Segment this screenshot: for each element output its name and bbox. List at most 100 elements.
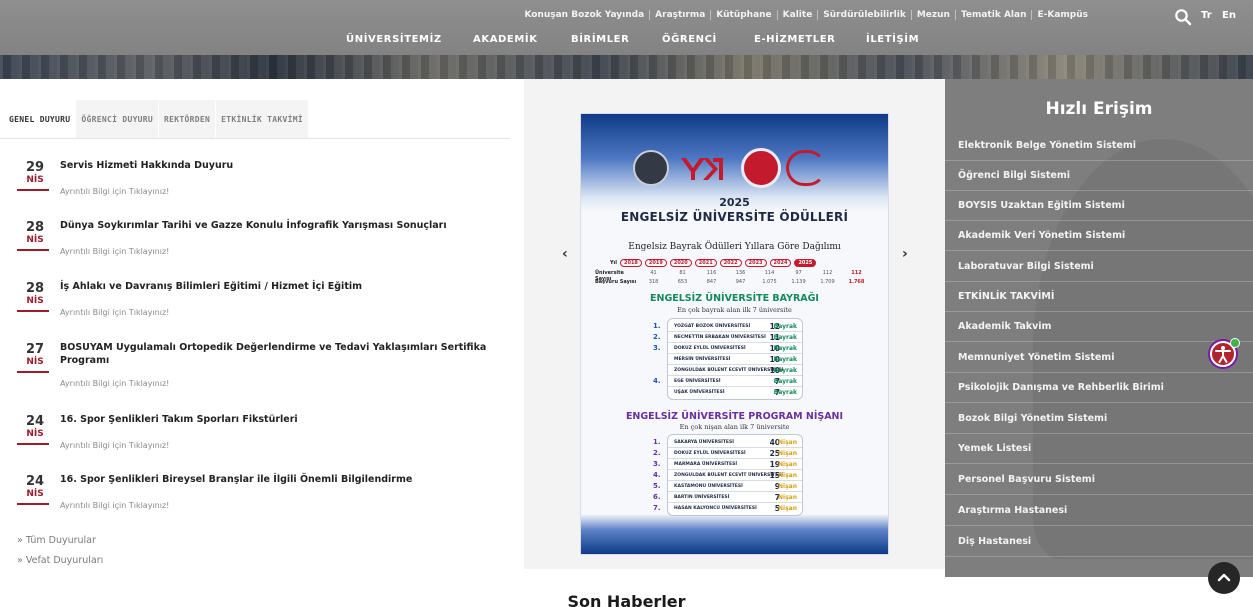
top-link-kutuphane[interactable]: Kütüphane	[710, 10, 776, 20]
year-label: Yıl	[609, 260, 617, 266]
nav-e-hizmetler[interactable]: E-HİZMETLER	[754, 34, 866, 45]
quick-access-item[interactable]: ETKİNLİK TAKVİMİ	[945, 282, 1253, 312]
anniversary-20-logo	[786, 150, 826, 186]
table-row: UŞAK ÜNİVERSİTESİ 7 Bayrak	[668, 387, 802, 398]
announcement-title[interactable]: BOSUYAM Uygulamalı Ortopedik Değerlendir…	[60, 341, 490, 367]
slider-prev-button[interactable]: ‹	[562, 246, 568, 262]
search-icon[interactable]	[1174, 8, 1192, 26]
quick-access-label: Araştırma Hastanesi	[958, 505, 1068, 516]
tab-genel-duyuru[interactable]: GENEL DUYURU	[0, 100, 77, 138]
nav-ogrenci[interactable]: ÖĞRENCİ	[662, 34, 754, 45]
ministry-logo	[633, 150, 669, 186]
flag-ranking-table: 1. YOZGAT BOZOK ÜNİVERSİTESİ 12 Bayrak 2…	[653, 318, 803, 400]
language-en-link[interactable]: En	[1222, 10, 1236, 21]
announcement-more-link[interactable]: Ayrıntılı Bilgi için Tıklayınız!	[60, 187, 169, 196]
announcement-title[interactable]: 16. Spor Şenlikleri Bireysel Branşlar il…	[60, 473, 490, 486]
announcement-title[interactable]: 16. Spor Şenlikleri Takım Sporları Fikst…	[60, 413, 490, 426]
slider-next-button[interactable]: ›	[902, 246, 908, 262]
date-underline	[17, 371, 49, 373]
date-day: 24	[25, 414, 45, 429]
quick-access-item[interactable]: BOYSIS Uzaktan Eğitim Sistemi	[945, 191, 1253, 221]
tab-etkinlik-takvimi[interactable]: ETKİNLİK TAKVİMİ	[216, 100, 309, 138]
quick-access-item[interactable]: Elektronik Belge Yönetim Sistemi	[945, 131, 1253, 161]
quick-access-item[interactable]: Personel Başvuru Sistemi	[945, 465, 1253, 495]
announcement-more-link[interactable]: Ayrıntılı Bilgi için Tıklayınız!	[60, 441, 169, 450]
table-row: 7. HASAN KALYONCU ÜNİVERSİTESİ 5 Nişan	[653, 503, 802, 514]
table-row: 4. ZONGULDAK BÜLENT ECEVİT ÜNİVERSİTESİ …	[653, 470, 802, 481]
top-link-tematik-alan[interactable]: Tematik Alan	[954, 10, 1032, 20]
rank-university: UŞAK ÜNİVERSİTESİ	[674, 390, 725, 395]
quick-access-item[interactable]: Öğrenci Bilgi Sistemi	[945, 161, 1253, 191]
chevron-up-icon	[1217, 573, 1231, 582]
quick-access-item[interactable]: Laboratuvar Bilgi Sistemi	[945, 252, 1253, 282]
announcement-title[interactable]: İş Ahlakı ve Davranış Bilimleri Eğitimi …	[60, 280, 490, 293]
rank-university: BARTIN ÜNİVERSİTESİ	[674, 495, 730, 500]
all-announcements-link[interactable]: » Tüm Duyurular	[17, 535, 96, 546]
quick-access-label: Laboratuvar Bilgi Sistemi	[958, 261, 1094, 272]
top-links-bar: Konuşan Bozok Yayında Araştırma Kütüphan…	[519, 10, 1093, 20]
top-link-surdurulebilirlik[interactable]: Sürdürülebilirlik	[817, 10, 911, 20]
slider-poster[interactable]: 2025 ENGELSİZ ÜNİVERSİTE ÖDÜLLERİ Engels…	[580, 113, 889, 555]
nav-birimler[interactable]: BİRİMLER	[571, 34, 662, 45]
flag-mark: Bayrak	[773, 356, 797, 363]
announcement-more-link[interactable]: Ayrıntılı Bilgi için Tıklayınız!	[60, 247, 169, 256]
announcement-title[interactable]: Dünya Soykırımlar Tarihi ve Gazze Konulu…	[60, 219, 490, 232]
date-month: NİS	[26, 489, 44, 499]
year-pill: 2020	[669, 259, 692, 267]
top-link-konusan-bozok[interactable]: Konuşan Bozok Yayında	[519, 10, 649, 20]
list-item[interactable]: 28 NİS İş Ahlakı ve Davranış Bilimleri E…	[0, 273, 520, 333]
flag-mark: Bayrak	[773, 367, 797, 374]
badge-mark: Nişan	[778, 472, 797, 479]
quick-access-item[interactable]: Diş Hastanesi	[945, 527, 1253, 557]
date-month: NİS	[26, 296, 44, 306]
list-item[interactable]: 24 NİS 16. Spor Şenlikleri Takım Sporlar…	[0, 406, 520, 466]
date-month: NİS	[26, 357, 44, 367]
quick-access-item[interactable]: Akademik Veri Yönetim Sistemi	[945, 221, 1253, 251]
top-link-kalite[interactable]: Kalite	[776, 10, 818, 20]
quick-access-item[interactable]: Araştırma Hastanesi	[945, 496, 1253, 526]
stat-value: 1.709	[820, 279, 835, 285]
top-link-e-kampus[interactable]: E-Kampüs	[1031, 10, 1093, 20]
list-item[interactable]: 24 NİS 16. Spor Şenlikleri Bireysel Bran…	[0, 466, 520, 526]
date-underline	[17, 310, 49, 312]
list-item[interactable]: 28 NİS Dünya Soykırımlar Tarihi ve Gazze…	[0, 212, 520, 272]
rank-number: 4.	[653, 471, 661, 479]
university-seal-logo	[741, 148, 781, 188]
date-month: NİS	[26, 235, 44, 245]
language-tr-link[interactable]: Tr	[1201, 10, 1212, 21]
quick-access-item[interactable]: Bozok Bilgi Yönetim Sistemi	[945, 404, 1253, 434]
announcement-more-link[interactable]: Ayrıntılı Bilgi için Tıklayınız!	[60, 501, 169, 510]
nav-iletisim[interactable]: İLETİŞİM	[866, 34, 919, 45]
nav-universitemiz[interactable]: ÜNİVERSİTEMİZ	[346, 34, 473, 45]
stat-value: 1.075	[762, 279, 777, 285]
year-pill: 2023	[744, 259, 767, 267]
rank-university: MARMARA ÜNİVERSİTESİ	[674, 462, 737, 467]
yok-logo	[679, 154, 725, 184]
quick-access-item[interactable]: Psikolojik Danışma ve Rehberlik Birimi	[945, 373, 1253, 403]
poster-year-row: Yıl 2018 2019 2020 2021 2022 2023 2024 2…	[595, 259, 877, 267]
tab-ogrenci-duyuru[interactable]: ÖĞRENCİ DUYURU	[76, 100, 160, 138]
scroll-to-top-button[interactable]	[1208, 562, 1240, 594]
list-item[interactable]: 27 NİS BOSUYAM Uygulamalı Ortopedik Değe…	[0, 334, 520, 394]
stat-value: 847	[706, 279, 717, 285]
announcement-title[interactable]: Servis Hizmeti Hakkında Duyuru	[60, 159, 490, 172]
announcement-more-link[interactable]: Ayrıntılı Bilgi için Tıklayınız!	[60, 308, 169, 317]
quick-access-item[interactable]: Yemek Listesi	[945, 434, 1253, 464]
tab-rektorden[interactable]: REKTÖRDEN	[159, 100, 217, 138]
nav-akademik[interactable]: AKADEMİK	[473, 34, 571, 45]
announcement-more-link[interactable]: Ayrıntılı Bilgi için Tıklayınız!	[60, 379, 169, 388]
header-campus-photo	[0, 55, 1253, 79]
quick-access-item[interactable]: Memnuniyet Yönetim Sistemi	[945, 343, 1253, 373]
quick-access-item[interactable]: Akademik Takvim	[945, 312, 1253, 342]
quick-access-label: Yemek Listesi	[958, 443, 1032, 454]
quick-access-title: Hızlı Erişim	[1045, 99, 1153, 119]
year-pill-current: 2025	[794, 259, 817, 267]
badge-section-title: ENGELSİZ ÜNİVERSİTE PROGRAM NİŞANI	[625, 411, 844, 422]
top-link-arastirma[interactable]: Araştırma	[649, 10, 710, 20]
year-pill: 2019	[644, 259, 667, 267]
list-item[interactable]: 29 NİS Servis Hizmeti Hakkında Duyuru Ay…	[0, 152, 520, 212]
top-link-mezun[interactable]: Mezun	[910, 10, 955, 20]
table-row: 1. SAKARYA ÜNİVERSİTESİ 40 Nişan	[653, 437, 802, 448]
obituary-announcements-link[interactable]: » Vefat Duyuruları	[17, 555, 103, 566]
quick-access-label: Personel Başvuru Sistemi	[958, 474, 1095, 485]
